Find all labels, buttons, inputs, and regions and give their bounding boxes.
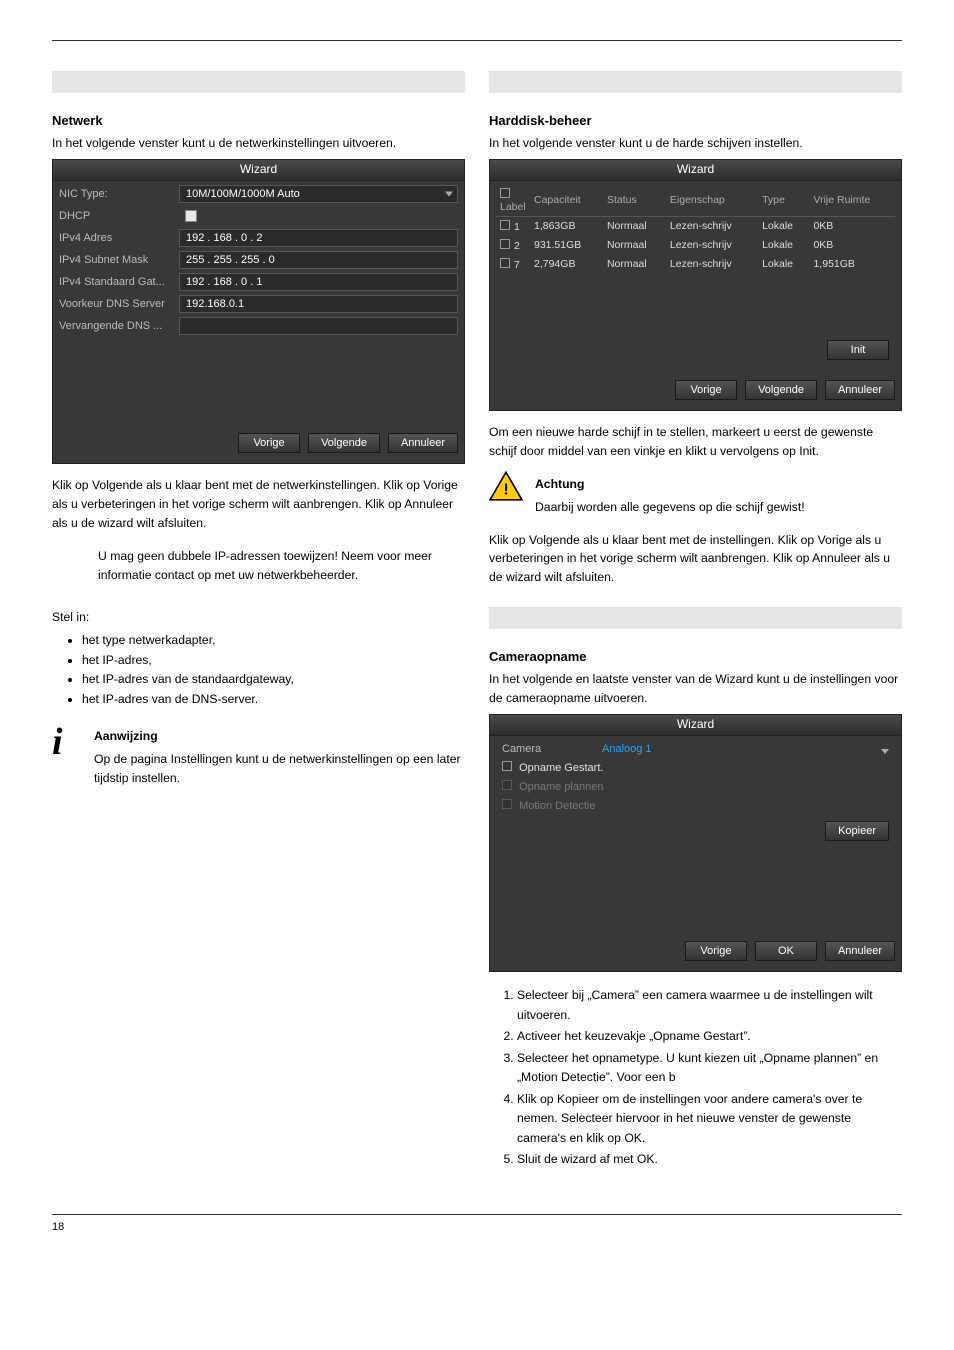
row-checkbox[interactable] (500, 239, 510, 249)
camera-label: Camera (502, 743, 602, 755)
next-button[interactable]: Volgende (745, 380, 817, 400)
warning-icon: ! (489, 471, 523, 501)
nic-type-value: 10M/100M/1000M Auto (186, 188, 300, 200)
init-button[interactable]: Init (827, 340, 889, 360)
bullets-intro: Stel in: (52, 608, 465, 627)
col-vrij: Vrije Ruimte (809, 185, 895, 217)
bullet-item: het IP-adres van de DNS-server. (82, 690, 465, 710)
note-title: Aanwijzing (94, 727, 465, 746)
step-item: Selecteer het opnametype. U kunt kiezen … (517, 1049, 902, 1088)
bullets-list: het type netwerkadapter, het IP-adres, h… (82, 631, 465, 709)
camera-dropdown[interactable]: Analoog 1 (602, 743, 889, 755)
dhcp-checkbox[interactable] (185, 210, 197, 222)
select-all-checkbox[interactable] (500, 188, 510, 198)
ipv4-mask-input[interactable]: 255 . 255 . 255 . 0 (179, 251, 458, 269)
prev-button[interactable]: Vorige (675, 380, 737, 400)
dns2-label: Vervangende DNS ... (59, 320, 179, 332)
bullet-item: het type netwerkadapter, (82, 631, 465, 651)
hdd-para: Om een nieuwe harde schijf in te stellen… (489, 423, 902, 461)
table-row[interactable]: 7 2,794GB Normaal Lezen-schrijv Lokale 1… (496, 255, 895, 274)
wizard-title: Wizard (490, 160, 901, 181)
nic-type-dropdown[interactable]: 10M/100M/1000M Auto (179, 185, 458, 203)
wizard-title: Wizard (490, 715, 901, 736)
table-row[interactable]: 1 1,863GB Normaal Lezen-schrijv Lokale 0… (496, 216, 895, 236)
opname-gestart-label: Opname Gestart. (519, 762, 603, 774)
col-status: Status (603, 185, 666, 217)
prev-button[interactable]: Vorige (238, 433, 300, 453)
dhcp-label: DHCP (59, 210, 179, 222)
step-item: Klik op Kopieer om de instellingen voor … (517, 1090, 902, 1149)
info-icon: i (52, 723, 82, 792)
step-item: Selecteer bij „Camera” een camera waarme… (517, 986, 902, 1025)
opname-plannen-checkbox[interactable] (502, 780, 512, 790)
netwerk-intro: In het volgende venster kunt u de netwer… (52, 134, 465, 153)
ipv4-gw-input[interactable]: 192 . 168 . 0 . 1 (179, 273, 458, 291)
chevron-down-icon (881, 749, 889, 754)
dns2-input[interactable] (179, 317, 458, 335)
cancel-button[interactable]: Annuleer (825, 380, 895, 400)
col-cap: Capaciteit (530, 185, 603, 217)
bullet-item: het IP-adres van de standaardgateway, (82, 670, 465, 690)
next-button[interactable]: Volgende (308, 433, 380, 453)
hdd-table: Label Capaciteit Status Eigenschap Type … (496, 185, 895, 274)
nic-type-label: NIC Type: (59, 188, 179, 200)
header-rule (52, 40, 902, 41)
prev-button[interactable]: Vorige (685, 941, 747, 961)
dns1-input[interactable]: 192.168.0.1 (179, 295, 458, 313)
col-eig: Eigenschap (666, 185, 758, 217)
cancel-button[interactable]: Annuleer (825, 941, 895, 961)
steps-list: Selecteer bij „Camera” een camera waarme… (517, 986, 902, 1170)
section-title-hdd: Harddisk-beheer (489, 113, 902, 128)
wizard-camera: Wizard Camera Analoog 1 Opname Gestart. … (489, 714, 902, 972)
ipv4-gw-label: IPv4 Standaard Gat... (59, 276, 179, 288)
motion-detectie-checkbox[interactable] (502, 799, 512, 809)
camera-intro: In het volgende en laatste venster van d… (489, 670, 902, 708)
motion-detectie-label: Motion Detectie (519, 800, 595, 812)
step-item: Activeer het keuzevakje „Opname Gestart”… (517, 1027, 902, 1047)
page-number: 18 (52, 1215, 902, 1233)
ipv4-addr-label: IPv4 Adres (59, 232, 179, 244)
note-text: Op de pagina Instellingen kunt u de netw… (94, 750, 465, 788)
hdd-caution: Daarbij worden alle gegevens op die schi… (535, 498, 902, 517)
cancel-button[interactable]: Annuleer (388, 433, 458, 453)
chevron-down-icon (445, 191, 453, 196)
ipv4-addr-input[interactable]: 192 . 168 . 0 . 2 (179, 229, 458, 247)
section-bar-hdd (489, 71, 902, 93)
wizard-title: Wizard (53, 160, 464, 181)
caution-text: U mag geen dubbele IP-adressen toewijzen… (98, 547, 465, 585)
section-bar-netwerk (52, 71, 465, 93)
table-row[interactable]: 2 931.51GB Normaal Lezen-schrijv Lokale … (496, 236, 895, 255)
section-title-netwerk: Netwerk (52, 113, 465, 128)
wizard-network: Wizard NIC Type: 10M/100M/1000M Auto DHC… (52, 159, 465, 464)
ipv4-mask-label: IPv4 Subnet Mask (59, 254, 179, 266)
dns1-label: Voorkeur DNS Server (59, 298, 179, 310)
wizard-hdd: Wizard Label Capaciteit Status Eigenscha… (489, 159, 902, 411)
step-item: Sluit de wizard af met OK. (517, 1150, 902, 1170)
svg-text:!: ! (503, 481, 508, 498)
row-checkbox[interactable] (500, 220, 510, 230)
col-type: Type (758, 185, 809, 217)
hdd-intro: In het volgende venster kunt u de harde … (489, 134, 902, 153)
ok-button[interactable]: OK (755, 941, 817, 961)
opname-gestart-checkbox[interactable] (502, 761, 512, 771)
section-bar-camera (489, 607, 902, 629)
bullet-item: het IP-adres, (82, 651, 465, 671)
kopieer-button[interactable]: Kopieer (825, 821, 889, 841)
hdd-buttons-para: Klik op Volgende als u klaar bent met de… (489, 531, 902, 588)
section-title-camera: Cameraopname (489, 649, 902, 664)
buttons-para: Klik op Volgende als u klaar bent met de… (52, 476, 465, 533)
row-checkbox[interactable] (500, 258, 510, 268)
opname-plannen-label: Opname plannen (519, 781, 603, 793)
